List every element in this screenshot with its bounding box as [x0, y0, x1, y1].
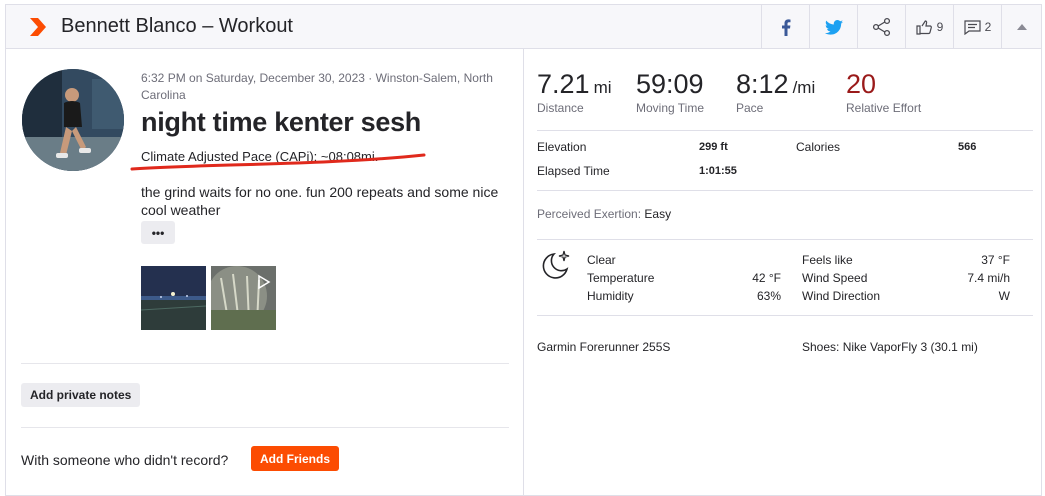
divider [21, 363, 509, 364]
comment-icon [964, 19, 981, 35]
collapse-button[interactable] [1001, 5, 1041, 49]
humidity-value: 63% [756, 289, 781, 303]
share-button[interactable] [857, 5, 905, 49]
page-title: Bennett Blanco – Workout [61, 15, 293, 37]
device-name: Garmin Forerunner 255S [537, 340, 671, 354]
activity-photo-thumbnail[interactable] [141, 266, 206, 330]
elapsed-time-label: Elapsed Time [537, 164, 610, 178]
shoes-link[interactable]: Shoes: Nike VaporFly 3 (30.1 mi) [802, 340, 978, 354]
weather-condition: Clear [587, 253, 616, 267]
stat-unit: /mi [792, 78, 816, 97]
activity-capi-line: Climate Adjusted Pace (CAPi): ~08:08mi. [141, 149, 379, 164]
stat-label: Distance [537, 101, 584, 115]
avatar[interactable] [22, 69, 124, 171]
activity-stats-panel: 7.21 mi Distance 59:09 Moving Time 8:12/m… [525, 49, 1041, 495]
divider [537, 239, 1033, 240]
stat-distance: 7.21 mi Distance [537, 69, 612, 115]
divider [21, 427, 509, 428]
stat-value: 20 [846, 69, 877, 99]
divider [537, 130, 1033, 131]
twitter-share-button[interactable] [809, 5, 857, 49]
comment-count: 2 [984, 20, 992, 34]
stat-value: 8:12 [736, 69, 789, 99]
add-private-notes-button[interactable]: Add private notes [21, 383, 141, 407]
stat-label: Pace [736, 101, 764, 115]
elapsed-time-value: 1:01:55 [699, 165, 737, 177]
feels-like-label: Feels like [802, 253, 853, 267]
kudos-count: 9 [936, 20, 944, 34]
share-icon [872, 17, 890, 37]
more-options-button[interactable]: ••• [141, 221, 175, 244]
wind-speed-label: Wind Speed [802, 271, 868, 285]
perceived-exertion-value: Easy [644, 207, 672, 221]
humidity-label: Humidity [587, 289, 634, 303]
comments-button[interactable]: 2 [953, 5, 1001, 49]
add-friends-button[interactable]: Add Friends [251, 446, 340, 471]
facebook-icon [781, 18, 790, 36]
activity-summary: 6:32 PM on Saturday, December 30, 2023 ·… [6, 49, 524, 495]
activity-title: night time kenter sesh [141, 107, 421, 137]
moon-stars-icon [542, 250, 570, 279]
temperature-label: Temperature [587, 271, 655, 285]
collapse-caret-icon [1016, 24, 1027, 30]
wind-direction-value: W [998, 289, 1010, 303]
stat-pace: 8:12/mi Pace [736, 69, 815, 115]
twitter-icon [824, 19, 843, 35]
wind-direction-label: Wind Direction [802, 289, 881, 303]
stat-moving-time: 59:09 Moving Time [636, 69, 704, 115]
divider [537, 315, 1033, 316]
elevation-value: 299 ft [699, 141, 728, 153]
stat-value: 7.21 [537, 69, 590, 99]
header-actions: 9 2 [761, 5, 1041, 49]
activity-datetime-location: 6:32 PM on Saturday, December 30, 2023 ·… [141, 71, 493, 102]
activity-video-thumbnail[interactable] [211, 266, 276, 330]
kudos-button[interactable]: 9 [905, 5, 953, 49]
divider [537, 190, 1033, 191]
perceived-exertion-label: Perceived Exertion: [537, 207, 642, 221]
stat-label: Moving Time [636, 101, 705, 115]
kudos-thumb-icon [916, 20, 932, 35]
activity-description: the grind waits for no one. fun 200 repe… [141, 184, 499, 218]
feels-like-value: 37 °F [981, 253, 1010, 267]
facebook-share-button[interactable] [761, 5, 809, 49]
calories-label: Calories [796, 140, 841, 154]
stat-value: 59:09 [636, 69, 704, 99]
perceived-exertion: Perceived Exertion: Easy [537, 207, 671, 221]
elevation-label: Elevation [537, 140, 587, 154]
record-question-text: With someone who didn't record? [21, 452, 229, 468]
activity-panel: Bennett Blanco – Workout 9 2 6:32 PM on … [5, 4, 1042, 496]
stat-unit: mi [593, 78, 612, 97]
temperature-value: 42 °F [752, 271, 781, 285]
stat-label: Relative Effort [846, 101, 922, 115]
strava-logo-icon [30, 18, 46, 36]
wind-speed-value: 7.4 mi/h [967, 271, 1010, 285]
activity-header: Bennett Blanco – Workout 9 2 [6, 5, 1041, 49]
calories-value: 566 [958, 141, 977, 153]
stat-relative-effort[interactable]: 20 Relative Effort [846, 69, 921, 115]
